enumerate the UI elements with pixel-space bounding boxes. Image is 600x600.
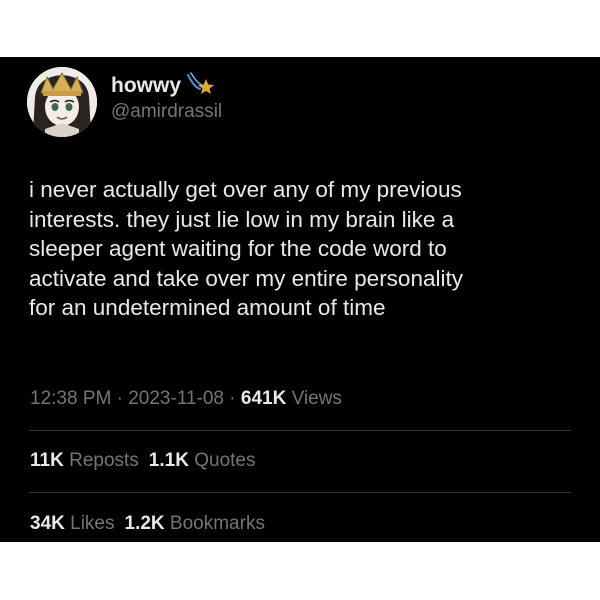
quotes-count: 1.1K bbox=[148, 450, 189, 471]
quotes-label: Quotes bbox=[194, 450, 256, 471]
tweet-time[interactable]: 12:38 PM bbox=[30, 388, 111, 409]
tweet-line: activate and take over my entire persona… bbox=[29, 265, 463, 291]
meta-separator: · bbox=[229, 388, 236, 409]
views-count: 641K bbox=[240, 388, 287, 409]
divider bbox=[29, 492, 571, 493]
likes-count: 34K bbox=[30, 513, 65, 534]
tweet-line: interests. they just lie low in my brain… bbox=[29, 206, 455, 232]
bookmarks-label: Bookmarks bbox=[169, 513, 265, 534]
bookmarks-link[interactable]: 1.2K Bookmarks bbox=[125, 513, 265, 534]
views-label: Views bbox=[291, 388, 342, 409]
bookmarks-count: 1.2K bbox=[124, 513, 165, 534]
tweet-line: sleeper agent waiting for the code word … bbox=[29, 236, 447, 261]
avatar[interactable] bbox=[27, 67, 97, 137]
reposts-link[interactable]: 11K Reposts bbox=[30, 450, 139, 471]
likes-bookmarks-row: 34K Likes 1.2K Bookmarks bbox=[30, 512, 265, 536]
reposts-label: Reposts bbox=[69, 450, 139, 471]
tweet-line: i never actually get over any of my prev… bbox=[29, 177, 462, 202]
tweet-text: i never actually get over any of my prev… bbox=[29, 175, 569, 323]
reposts-quotes-row: 11K Reposts 1.1K Quotes bbox=[30, 449, 255, 473]
likes-link[interactable]: 34K Likes bbox=[30, 513, 115, 534]
reposts-count: 11K bbox=[30, 450, 64, 471]
user-handle[interactable]: @amirdrassil bbox=[111, 100, 222, 124]
likes-label: Likes bbox=[70, 513, 115, 534]
display-name[interactable]: howwy bbox=[111, 73, 181, 99]
avatar-image bbox=[27, 67, 97, 137]
tweet-meta: 12:38 PM · 2023-11-08 · 641K Views bbox=[30, 387, 342, 411]
tweet-card: howwy @amirdrassil i never actually get … bbox=[0, 57, 600, 542]
tweet-date[interactable]: 2023-11-08 bbox=[128, 388, 224, 409]
divider bbox=[29, 430, 571, 431]
tweet-line: for an undetermined amount of time bbox=[29, 295, 386, 320]
quotes-link[interactable]: 1.1K Quotes bbox=[149, 450, 256, 471]
meta-separator: · bbox=[116, 388, 123, 409]
